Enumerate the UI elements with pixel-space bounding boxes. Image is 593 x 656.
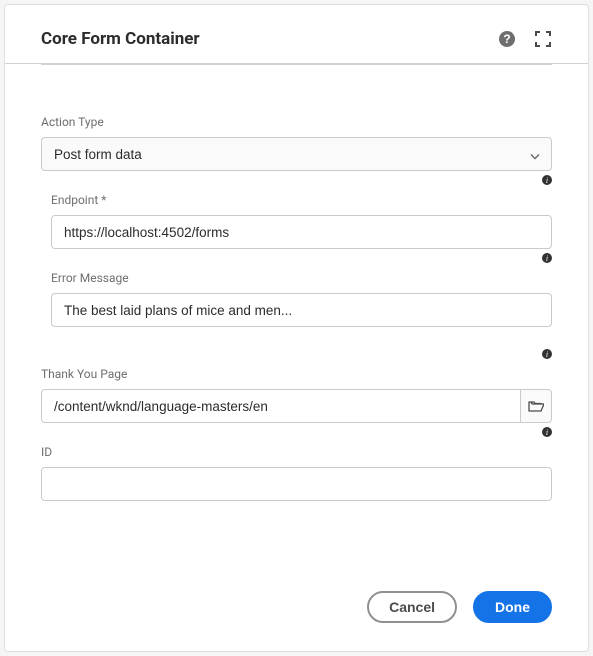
cancel-button[interactable]: Cancel (367, 591, 457, 623)
id-input[interactable] (41, 467, 552, 501)
dialog-body: Action Type Post form data i Endpoint * (5, 65, 588, 573)
folder-open-icon (528, 399, 544, 413)
field-id: i ID (41, 445, 552, 501)
header-icons: ? (498, 30, 552, 48)
info-icon[interactable]: i (542, 175, 552, 185)
field-thank-you-page: i Thank You Page (41, 367, 552, 423)
dialog-footer: Cancel Done (5, 573, 588, 651)
done-button[interactable]: Done (473, 591, 552, 623)
thank-you-page-input[interactable] (41, 389, 520, 423)
info-icon[interactable]: i (542, 349, 552, 359)
svg-text:?: ? (503, 32, 510, 46)
field-error-message: i Error Message (51, 271, 552, 327)
info-icon[interactable]: i (542, 253, 552, 263)
dialog-title: Core Form Container (41, 29, 200, 49)
svg-text:i: i (546, 254, 548, 263)
error-message-input[interactable] (51, 293, 552, 327)
browse-button[interactable] (520, 389, 552, 423)
dialog-container: Core Form Container ? Action Type Post f… (4, 4, 589, 652)
svg-text:i: i (546, 428, 548, 437)
fullscreen-icon[interactable] (534, 30, 552, 48)
svg-text:i: i (546, 176, 548, 185)
id-label: ID (41, 445, 552, 459)
thank-you-page-label: Thank You Page (41, 367, 552, 381)
thank-you-input-group (41, 389, 552, 423)
action-type-label: Action Type (41, 115, 552, 129)
svg-text:i: i (546, 350, 548, 359)
field-action-type: Action Type Post form data (41, 115, 552, 171)
action-type-select[interactable]: Post form data (41, 137, 552, 171)
field-endpoint: i Endpoint * (51, 193, 552, 249)
action-type-select-wrapper: Post form data (41, 137, 552, 171)
error-message-label: Error Message (51, 271, 552, 285)
endpoint-input[interactable] (51, 215, 552, 249)
endpoint-label: Endpoint * (51, 193, 552, 207)
help-icon[interactable]: ? (498, 30, 516, 48)
dialog-header: Core Form Container ? (5, 5, 588, 64)
info-icon[interactable]: i (542, 427, 552, 437)
